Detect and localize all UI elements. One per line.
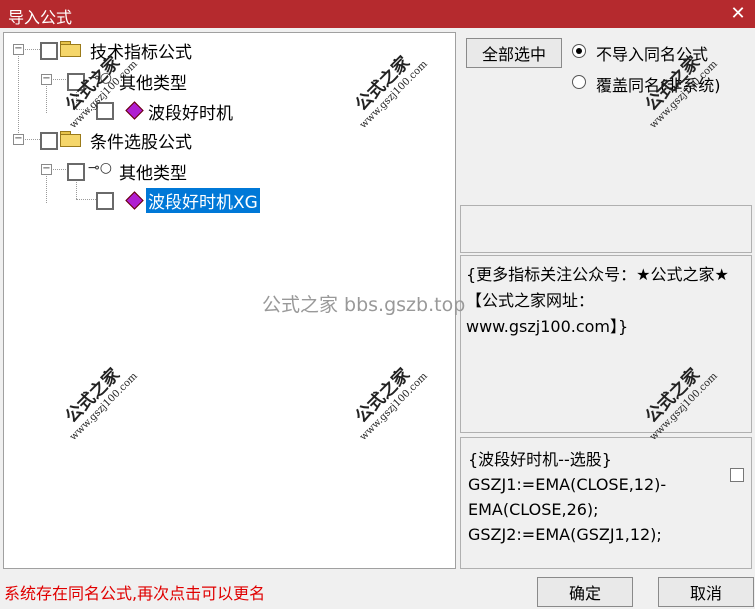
tree-connector [46,173,47,203]
tree-node-technical-indicators[interactable]: 技术指标公式 [90,38,192,63]
tree-checkbox[interactable] [40,42,58,60]
formula-checkbox[interactable] [730,468,744,482]
expander-icon[interactable]: − [13,44,24,55]
formula-text: {波段好时机--选股} GSZJ1:=EMA(CLOSE,12)-EMA(CLO… [468,450,667,544]
description-text: {更多指标关注公众号：★公式之家★ 【公式之家网址：www.gszj100.co… [466,265,729,336]
formula-gem-icon [125,191,144,210]
tree-node-stock-selection[interactable]: 条件选股公式 [90,128,192,153]
window-title: 导入公式 [8,8,73,27]
tree-connector [18,53,19,143]
expander-icon[interactable]: − [41,74,52,85]
title-bar: 导入公式 ✕ [0,0,755,28]
select-all-button[interactable]: 全部选中 [466,38,562,68]
tree-checkbox[interactable] [40,132,58,150]
key-icon: ⊸○ [88,160,112,176]
tree-connector [76,179,77,199]
radio-no-import-label[interactable]: 不导入同名公式 [596,41,708,65]
tree-checkbox[interactable] [96,102,114,120]
empty-info-box [460,205,752,253]
tree-connector [76,89,77,109]
folder-icon [60,41,81,57]
radio-overwrite[interactable] [572,75,586,89]
tree-node-other-types[interactable]: 其他类型 [119,159,187,184]
tree-connector [76,199,96,200]
tree-connector [76,109,96,110]
status-message: 系统存在同名公式,再次点击可以更名 [4,584,266,603]
tree-node-other-types[interactable]: 其他类型 [119,69,187,94]
close-button[interactable]: ✕ [727,3,749,25]
formula-gem-icon [125,101,144,120]
tree-checkbox[interactable] [67,73,85,91]
tree-checkbox[interactable] [67,163,85,181]
formula-tree[interactable]: − 技术指标公式 − ⊸○ 其他类型 波段好时机 − 条件选股公式 − ⊸○ 其… [3,32,456,569]
cancel-button[interactable]: 取消 [658,577,754,607]
folder-icon [60,131,81,147]
tree-checkbox[interactable] [96,192,114,210]
expander-icon[interactable]: − [13,134,24,145]
tree-node-formula[interactable]: 波段好时机 [148,99,233,124]
expander-icon[interactable]: − [41,164,52,175]
radio-no-import[interactable] [572,44,586,58]
ok-button[interactable]: 确定 [537,577,633,607]
radio-overwrite-label[interactable]: 覆盖同名(非系统) [596,72,721,96]
tree-node-formula-selected[interactable]: 波段好时机XG [146,188,260,213]
tree-connector [46,83,47,113]
key-icon: ⊸○ [88,70,112,86]
